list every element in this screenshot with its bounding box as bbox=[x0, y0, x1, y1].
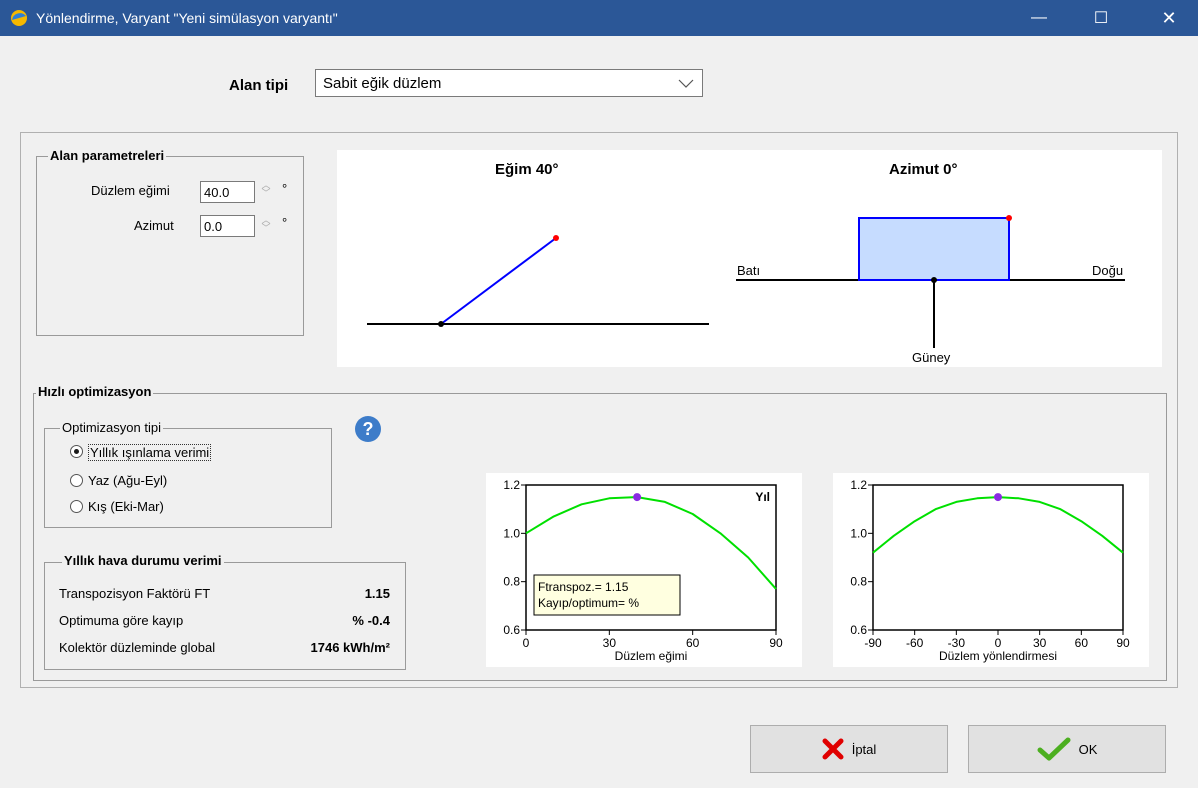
season-label: Yıl bbox=[755, 490, 770, 504]
plane-edge-dot bbox=[553, 235, 559, 241]
y-tick-label: 0.8 bbox=[503, 575, 520, 589]
tilt-input[interactable]: 40.0 bbox=[200, 181, 255, 203]
plane-top-view bbox=[858, 217, 1010, 281]
radio-winter-button[interactable] bbox=[70, 500, 83, 513]
top-view-center bbox=[931, 277, 937, 283]
x-axis-label: Düzlem yönlendirmesi bbox=[939, 649, 1057, 663]
x-tick-label: 60 bbox=[686, 636, 700, 650]
tilt-chart: 0.6 0.8 1.0 1.2 0 30 60 90 Düzlem eğimi Yıl Ftrans… bbox=[503, 478, 783, 663]
window-title: Yönlendirme, Varyant "Yeni simülasyon va… bbox=[36, 10, 338, 26]
field-type-value: Sabit eğik düzlem bbox=[323, 75, 442, 92]
x-tick-label: -90 bbox=[864, 636, 882, 650]
azimuth-spinner[interactable]: ︿ ﹀ bbox=[261, 216, 271, 233]
radio-annual-label: Yıllık ışınlama verimi bbox=[88, 444, 212, 461]
field-params-title: Alan parametreleri bbox=[48, 148, 167, 163]
x-tick-label: 90 bbox=[1116, 636, 1130, 650]
tilt-label: Düzlem eğimi bbox=[91, 183, 170, 198]
global-value: 1746 kWh/m² bbox=[310, 640, 390, 655]
plot-area bbox=[872, 484, 1124, 631]
optimum-marker bbox=[994, 493, 1002, 502]
field-type-select[interactable]: Sabit eğik düzlem bbox=[315, 69, 703, 97]
x-tick-label: 30 bbox=[603, 636, 617, 650]
loss-label: Optimuma göre kayıp bbox=[59, 613, 184, 628]
global-label: Kolektör düzleminde global bbox=[59, 640, 216, 655]
x-tick-label: 60 bbox=[1075, 636, 1089, 650]
ft-label: Transpozisyon Faktörü FT bbox=[59, 586, 211, 601]
x-axis-label: Düzlem eğimi bbox=[615, 649, 688, 663]
ok-label: OK bbox=[1078, 741, 1098, 757]
tilt-chart-panel: 0.6 0.8 1.0 1.2 0 30 60 90 Düzlem eğimi Yıl Ftrans… bbox=[486, 473, 802, 667]
field-type-label: Alan tipi bbox=[229, 77, 289, 94]
radio-winter-label: Kış (Eki-Mar) bbox=[88, 499, 164, 514]
orientation-drawing bbox=[367, 215, 1125, 348]
azimuth-chart-panel: 0.6 0.8 1.0 1.2 -90 -60 -30 0 30 60 90 Düzlem yönle… bbox=[833, 473, 1149, 667]
app-sun-icon bbox=[11, 10, 27, 26]
azimuth-chart: 0.6 0.8 1.0 1.2 -90 -60 -30 0 30 60 90 Düzlem yönle… bbox=[850, 478, 1130, 663]
x-tick-label: 90 bbox=[769, 636, 783, 650]
maximize-button[interactable]: ☐ bbox=[1078, 0, 1124, 36]
info-line: Kayıp/optimum= % bbox=[538, 596, 639, 610]
azimuth-unit: ° bbox=[282, 215, 288, 230]
y-tick-label: 0.6 bbox=[850, 623, 867, 637]
x-tick-label: 0 bbox=[523, 636, 530, 650]
y-tick-label: 0.8 bbox=[850, 575, 867, 589]
annual-title: Yıllık hava durumu verimi bbox=[62, 553, 224, 568]
y-tick-label: 1.0 bbox=[503, 526, 520, 540]
y-tick-label: 1.0 bbox=[850, 526, 867, 540]
optimum-marker bbox=[633, 493, 642, 502]
west-label: Batı bbox=[737, 263, 761, 278]
info-line: Ftranspoz.= 1.15 bbox=[538, 580, 629, 594]
quick-opt-title: Hızlı optimizasyon bbox=[36, 384, 154, 399]
y-tick-label: 1.2 bbox=[850, 478, 867, 492]
title-bar: Yönlendirme, Varyant "Yeni simülasyon va… bbox=[0, 0, 1198, 36]
radio-annual-button[interactable] bbox=[70, 445, 83, 458]
y-tick-label: 0.6 bbox=[503, 623, 520, 637]
cancel-x-icon bbox=[822, 738, 844, 760]
radio-summer-button[interactable] bbox=[70, 474, 83, 487]
east-label: Doğu bbox=[1092, 263, 1124, 278]
radio-summer-label: Yaz (Ağu-Eyl) bbox=[88, 473, 168, 488]
x-tick-label: 0 bbox=[995, 636, 1002, 650]
x-tick-label: 30 bbox=[1033, 636, 1047, 650]
help-icon[interactable]: ? bbox=[355, 416, 381, 442]
x-tick-label: -30 bbox=[948, 636, 966, 650]
orientation-diagram: Eğim 40° Azimut 0° Batı Doğu Güney bbox=[337, 150, 1162, 367]
azimuth-input[interactable]: 0.0 bbox=[200, 215, 255, 237]
x-tick-label: -60 bbox=[906, 636, 924, 650]
close-button[interactable]: ✕ bbox=[1146, 0, 1192, 36]
tilt-unit: ° bbox=[282, 181, 288, 196]
ok-button[interactable]: OK bbox=[968, 725, 1166, 773]
tilted-plane bbox=[440, 237, 557, 325]
y-tick-label: 1.2 bbox=[503, 478, 520, 492]
tilt-spinner[interactable]: ︿ ﹀ bbox=[261, 181, 271, 198]
opt-type-title: Optimizasyon tipi bbox=[60, 420, 163, 435]
azimuth-label: Azimut bbox=[134, 218, 174, 233]
cancel-button[interactable]: İptal bbox=[750, 725, 948, 773]
south-label: Güney bbox=[912, 350, 951, 365]
plane-pivot bbox=[438, 321, 444, 327]
top-view-edge-dot bbox=[1006, 215, 1012, 221]
cancel-label: İptal bbox=[851, 741, 877, 757]
chevron-down-icon bbox=[678, 79, 694, 88]
ft-value: 1.15 bbox=[364, 586, 390, 601]
minimize-button[interactable]: — bbox=[1016, 0, 1062, 36]
loss-value: % -0.4 bbox=[352, 613, 390, 628]
ok-check-icon bbox=[1037, 737, 1071, 761]
